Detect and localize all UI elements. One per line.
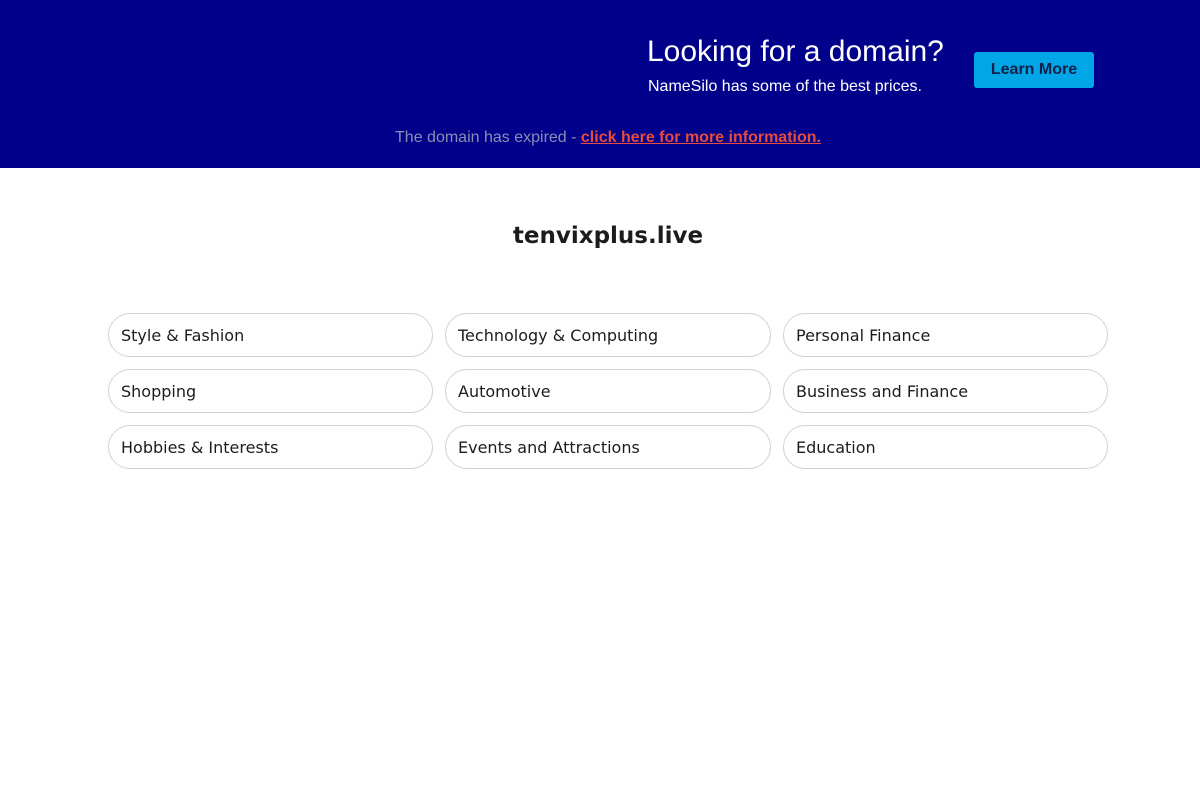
category-link-hobbies-interests[interactable]: Hobbies & Interests: [108, 425, 433, 469]
learn-more-button[interactable]: Learn More: [974, 52, 1094, 88]
category-link-automotive[interactable]: Automotive: [445, 369, 771, 413]
promo-subtext: NameSilo has some of the best prices.: [648, 78, 922, 95]
category-link-shopping[interactable]: Shopping: [108, 369, 433, 413]
category-grid: Style & Fashion Technology & Computing P…: [108, 313, 1108, 469]
category-link-education[interactable]: Education: [783, 425, 1108, 469]
expired-notice: The domain has expired - click here for …: [0, 128, 1200, 148]
domain-name-title: tenvixplus.live: [512, 223, 704, 249]
category-link-personal-finance[interactable]: Personal Finance: [783, 313, 1108, 357]
more-info-link[interactable]: click here for more information.: [581, 129, 821, 146]
category-link-style-fashion[interactable]: Style & Fashion: [108, 313, 433, 357]
expired-notice-text: The domain has expired -: [395, 129, 581, 146]
category-link-technology-computing[interactable]: Technology & Computing: [445, 313, 771, 357]
category-link-business-finance[interactable]: Business and Finance: [783, 369, 1108, 413]
promo-banner: Looking for a domain? NameSilo has some …: [0, 0, 1200, 168]
promo-headline: Looking for a domain?: [647, 35, 944, 68]
category-link-events-attractions[interactable]: Events and Attractions: [445, 425, 771, 469]
